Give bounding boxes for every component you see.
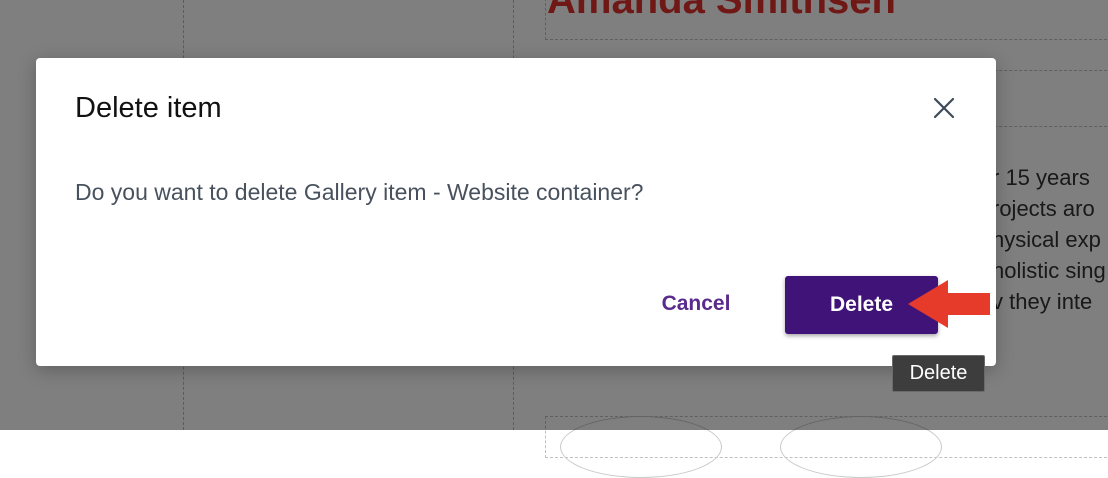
dialog-message: Do you want to delete Gallery item - Web… <box>75 179 644 205</box>
delete-dialog: Delete item Do you want to delete Galler… <box>36 58 996 366</box>
dialog-title: Delete item <box>75 92 222 124</box>
close-icon <box>933 97 955 119</box>
cancel-button[interactable]: Cancel <box>646 284 746 324</box>
close-button[interactable] <box>926 90 962 126</box>
delete-tooltip: Delete <box>892 355 985 392</box>
annotation-arrow-icon <box>908 280 990 328</box>
